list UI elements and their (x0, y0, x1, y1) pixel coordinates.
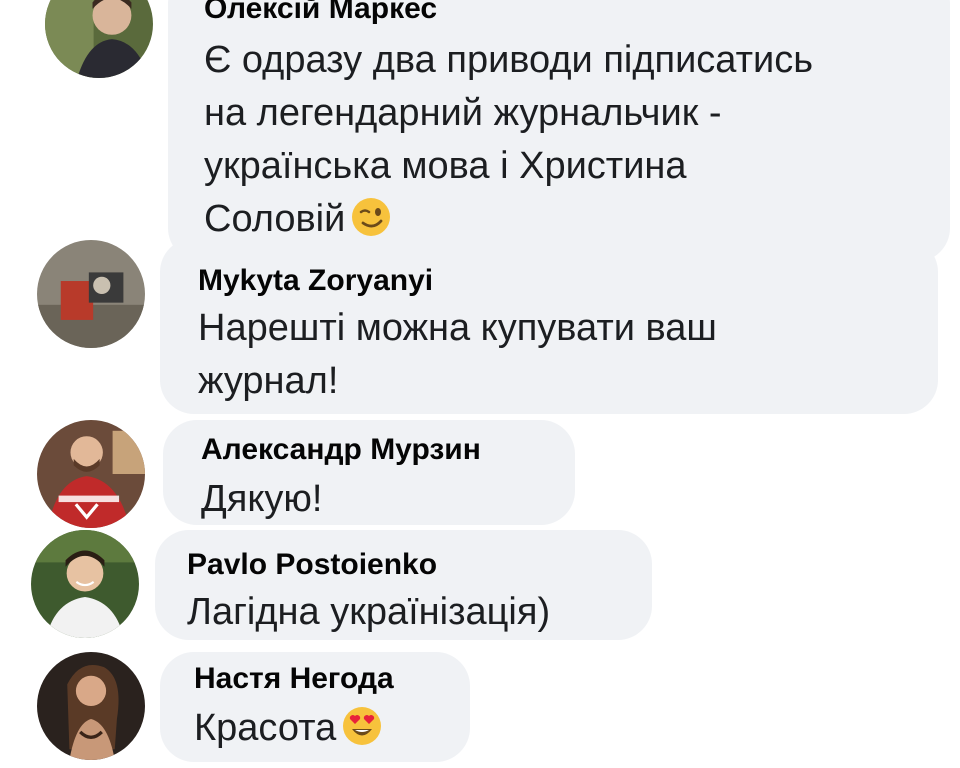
comment-author[interactable]: Pavlo Postoienko (187, 548, 652, 582)
comment-item: Pavlo Postoienko Лагідна українізація) (0, 530, 960, 640)
comment-item: Александр Мурзин Дякую! (0, 420, 960, 528)
comment-text-line: на легендарний журнальчик - (204, 92, 722, 134)
comment-text-line: українська мова і Христина (204, 145, 687, 187)
avatar[interactable] (37, 652, 145, 760)
comment-bubble[interactable]: Mykyta Zoryanyi Нарешті можна купувати в… (160, 238, 938, 414)
avatar-photo (45, 0, 153, 78)
comment-author[interactable]: Олексій Маркес (204, 0, 950, 26)
comment-item: Mykyta Zoryanyi Нарешті можна купувати в… (0, 238, 960, 418)
comment-text-line: Нарешті можна купувати ваш (198, 307, 717, 349)
avatar-photo (37, 240, 145, 348)
comment-item: Настя Негода Красота (0, 652, 960, 764)
comment-bubble[interactable]: Настя Негода Красота (160, 652, 470, 762)
comment-text-line: Є одразу два приводи підписатись (204, 39, 814, 81)
avatar[interactable] (31, 530, 139, 638)
comment-author[interactable]: Mykyta Zoryanyi (198, 264, 938, 298)
comment-author[interactable]: Настя Негода (194, 662, 470, 696)
comment-author[interactable]: Александр Мурзин (201, 433, 575, 467)
avatar[interactable] (45, 0, 153, 78)
comment-text-line: журнал! (198, 360, 339, 402)
comment-text-line: Лагідна українізація) (187, 591, 551, 633)
comment-text-line: Красота (194, 702, 470, 755)
avatar-photo (37, 420, 145, 528)
avatar-photo (37, 652, 145, 760)
comment-bubble[interactable]: Pavlo Postoienko Лагідна українізація) (155, 530, 652, 640)
comment-text-fragment: Соловій (204, 198, 346, 240)
comment-text-line: Дякую! (201, 478, 323, 520)
comment-bubble[interactable]: Олексій Маркес Є одразу два приводи підп… (168, 0, 950, 262)
winking-face-emoji (351, 197, 391, 237)
comment-item: Олексій Маркес Є одразу два приводи підп… (0, 0, 960, 262)
comment-text-fragment: Красота (194, 707, 337, 749)
avatar[interactable] (37, 420, 145, 528)
avatar[interactable] (37, 240, 145, 348)
heart-eyes-emoji (342, 706, 382, 746)
avatar-photo (31, 530, 139, 638)
comment-bubble[interactable]: Александр Мурзин Дякую! (163, 420, 575, 525)
